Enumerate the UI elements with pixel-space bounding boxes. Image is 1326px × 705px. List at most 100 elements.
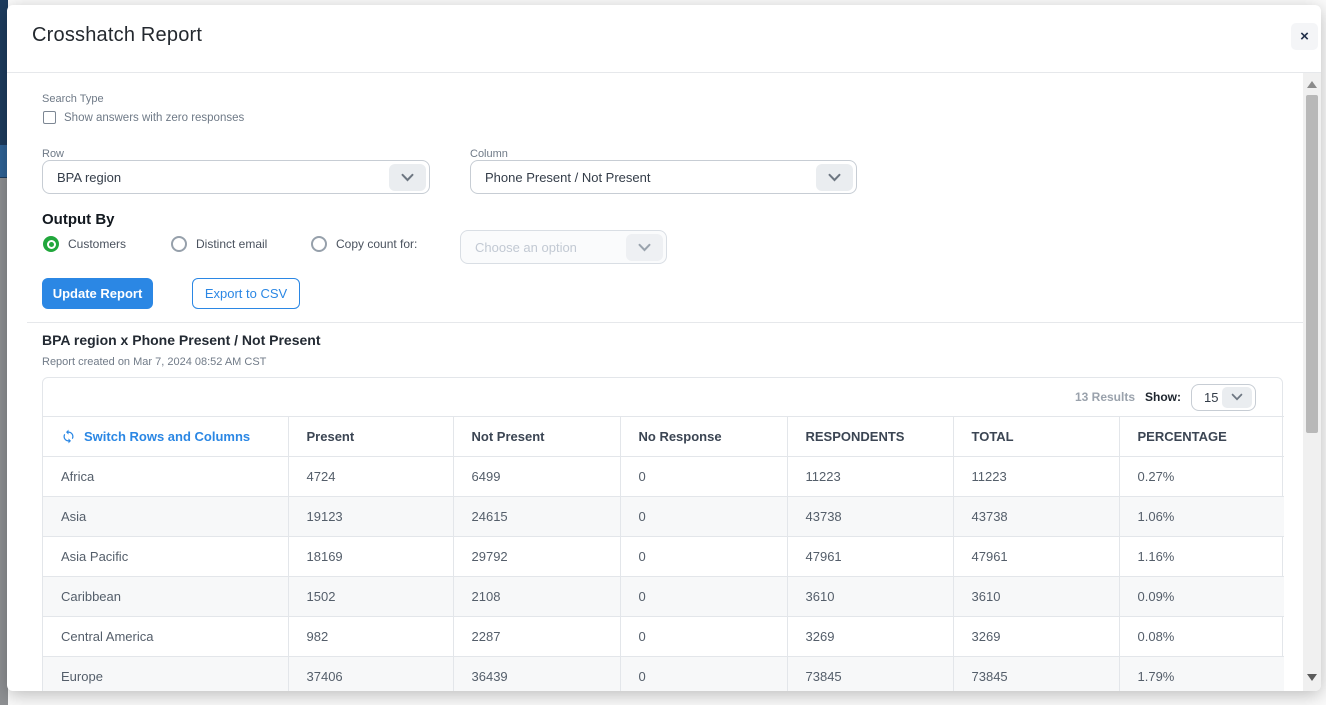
radio-distinct-email[interactable]: Distinct email [171,236,267,252]
table-header-row: Switch Rows and Columns Present Not Pres… [43,417,1284,457]
modal-scrollbar[interactable] [1303,73,1321,691]
region-cell: Caribbean [43,577,288,617]
region-cell: Europe [43,657,288,692]
radio-customers[interactable]: Customers [43,236,126,252]
switch-rows-columns-link[interactable]: Switch Rows and Columns [61,429,278,444]
switch-rows-columns-label: Switch Rows and Columns [84,429,250,444]
chevron-down-icon [816,164,853,191]
radio-unselected-icon [311,236,327,252]
no-response-cell: 0 [620,497,787,537]
present-cell: 19123 [288,497,453,537]
table-row: Caribbean 1502 2108 0 3610 3610 0.09% [43,577,1284,617]
search-type-label: Search Type [42,93,104,105]
section-divider [27,322,1321,323]
percentage-cell: 0.08% [1119,617,1284,657]
sync-icon [61,429,76,444]
present-cell: 4724 [288,457,453,497]
column-label: Column [470,148,508,160]
zero-responses-checkbox-row[interactable]: Show answers with zero responses [43,111,244,124]
chevron-down-icon [1222,387,1252,408]
row-select[interactable]: BPA region [42,160,430,194]
radio-customers-label: Customers [68,237,126,251]
total-cell: 47961 [953,537,1119,577]
table-row: Central America 982 2287 0 3269 3269 0.0… [43,617,1284,657]
report-created-text: Report created on Mar 7, 2024 08:52 AM C… [42,356,266,368]
col-header-total: TOTAL [953,417,1119,457]
table-row: Asia 19123 24615 0 43738 43738 1.06% [43,497,1284,537]
update-report-button[interactable]: Update Report [42,278,153,309]
not-present-cell: 6499 [453,457,620,497]
scroll-up-icon[interactable] [1307,81,1317,88]
total-cell: 11223 [953,457,1119,497]
col-header-not-present: Not Present [453,417,620,457]
results-bar: 13 Results Show: 15 [43,378,1282,416]
respondents-cell: 47961 [787,537,953,577]
page-size-select[interactable]: 15 [1191,384,1256,411]
region-cell: Central America [43,617,288,657]
col-header-no-response: No Response [620,417,787,457]
not-present-cell: 2108 [453,577,620,617]
export-csv-button[interactable]: Export to CSV [192,278,300,309]
no-response-cell: 0 [620,537,787,577]
scrollbar-thumb[interactable] [1306,95,1318,433]
col-header-respondents: RESPONDENTS [787,417,953,457]
crosshatch-report-modal: Crosshatch Report × Search Type Show ans… [7,5,1321,691]
results-count: 13 Results [1075,390,1135,404]
radio-unselected-icon [171,236,187,252]
respondents-cell: 73845 [787,657,953,692]
output-by-label: Output By [42,211,115,228]
table-row: Asia Pacific 18169 29792 0 47961 47961 1… [43,537,1284,577]
present-cell: 1502 [288,577,453,617]
row-label: Row [42,148,64,160]
total-cell: 43738 [953,497,1119,537]
percentage-cell: 1.06% [1119,497,1284,537]
present-cell: 37406 [288,657,453,692]
show-label: Show: [1145,390,1181,404]
no-response-cell: 0 [620,577,787,617]
no-response-cell: 0 [620,457,787,497]
respondents-cell: 43738 [787,497,953,537]
respondents-cell: 3269 [787,617,953,657]
crosshatch-table: Switch Rows and Columns Present Not Pres… [43,416,1284,691]
present-cell: 18169 [288,537,453,577]
table-row: Africa 4724 6499 0 11223 11223 0.27% [43,457,1284,497]
radio-selected-icon [43,236,59,252]
table-row: Europe 37406 36439 0 73845 73845 1.79% [43,657,1284,692]
col-header-percentage: PERCENTAGE [1119,417,1284,457]
zero-responses-checkbox[interactable] [43,111,56,124]
close-icon[interactable]: × [1291,23,1318,50]
total-cell: 73845 [953,657,1119,692]
present-cell: 982 [288,617,453,657]
col-header-present: Present [288,417,453,457]
no-response-cell: 0 [620,657,787,692]
percentage-cell: 0.09% [1119,577,1284,617]
not-present-cell: 29792 [453,537,620,577]
radio-copy-count[interactable]: Copy count for: [311,236,417,252]
not-present-cell: 24615 [453,497,620,537]
row-select-value: BPA region [57,170,121,185]
no-response-cell: 0 [620,617,787,657]
column-select[interactable]: Phone Present / Not Present [470,160,857,194]
copy-count-select[interactable]: Choose an option [460,230,667,264]
column-select-value: Phone Present / Not Present [485,170,650,185]
respondents-cell: 3610 [787,577,953,617]
total-cell: 3269 [953,617,1119,657]
percentage-cell: 1.79% [1119,657,1284,692]
report-table-card: 13 Results Show: 15 Switch Rows and Colu [42,377,1283,691]
zero-responses-label: Show answers with zero responses [64,112,244,124]
radio-copy-count-label: Copy count for: [336,237,417,251]
region-cell: Africa [43,457,288,497]
report-title: BPA region x Phone Present / Not Present [42,332,321,348]
percentage-cell: 0.27% [1119,457,1284,497]
region-cell: Asia [43,497,288,537]
not-present-cell: 2287 [453,617,620,657]
respondents-cell: 11223 [787,457,953,497]
chevron-down-icon [626,234,663,261]
switch-rows-columns-cell: Switch Rows and Columns [43,417,288,457]
page-size-value: 15 [1204,390,1218,405]
scroll-down-icon[interactable] [1307,674,1317,681]
region-cell: Asia Pacific [43,537,288,577]
total-cell: 3610 [953,577,1119,617]
percentage-cell: 1.16% [1119,537,1284,577]
copy-count-select-placeholder: Choose an option [475,240,577,255]
